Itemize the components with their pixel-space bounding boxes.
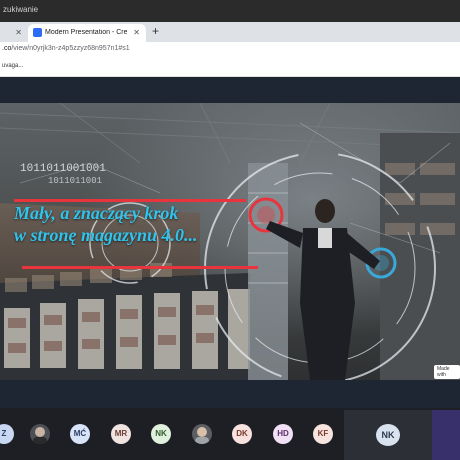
window-title-bar: zukiwanie (0, 0, 460, 22)
participant-photo-avatar[interactable] (30, 424, 50, 444)
close-tab-icon[interactable]: ✕ (133, 28, 140, 37)
tab-label: Modern Presentation - Created (45, 29, 127, 36)
tab-strip: ✕ Modern Presentation - Created ✕ (0, 22, 460, 42)
participant-avatar[interactable]: MR (111, 424, 131, 444)
headline-line-2: w stronę magazynu 4.0... (14, 225, 198, 245)
person-photo-icon (33, 427, 47, 444)
new-tab-icon[interactable]: + (152, 24, 159, 38)
bookmark-item[interactable]: uvaga... (2, 63, 23, 69)
participant-avatar[interactable]: MĆ (70, 424, 90, 444)
tab-modern-presentation[interactable]: Modern Presentation - Created ✕ (28, 24, 146, 42)
active-speaker-avatar[interactable]: NK (376, 424, 400, 446)
participant-photo-avatar[interactable] (192, 424, 212, 444)
bookmarks-bar: uvaga... (0, 58, 460, 77)
close-tab-icon[interactable]: ✕ (15, 28, 22, 37)
tab-inactive[interactable]: ✕ (0, 24, 26, 42)
slide-headline: Mały, a znaczący krok w stronę magazynu … (14, 202, 252, 246)
person-photo-icon (195, 427, 209, 444)
participant-avatar[interactable]: KF (313, 424, 333, 444)
window-title: zukiwanie (3, 5, 39, 14)
participant-avatar[interactable]: DK (232, 424, 252, 444)
site-favicon-icon (33, 28, 42, 37)
red-accent-bar-bottom (22, 266, 258, 269)
made-with-badge[interactable]: Made with (434, 365, 460, 379)
address-bar[interactable]: .co/view/n0yrjk3n-z4p5zzyz68n957n1#s1 (0, 42, 460, 59)
headline-line-1: Mały, a znaczący krok (14, 203, 179, 223)
participant-avatar[interactable]: HD (273, 424, 293, 444)
overflow-participant-tile[interactable] (432, 410, 460, 460)
binary-text-1: 1011011001001 (20, 163, 106, 175)
url-text: .co/view/n0yrjk3n-z4p5zzyz68n957n1#s1 (2, 45, 130, 52)
participant-avatar[interactable]: NK (151, 424, 171, 444)
binary-text-2: 1011011001 (48, 176, 102, 186)
